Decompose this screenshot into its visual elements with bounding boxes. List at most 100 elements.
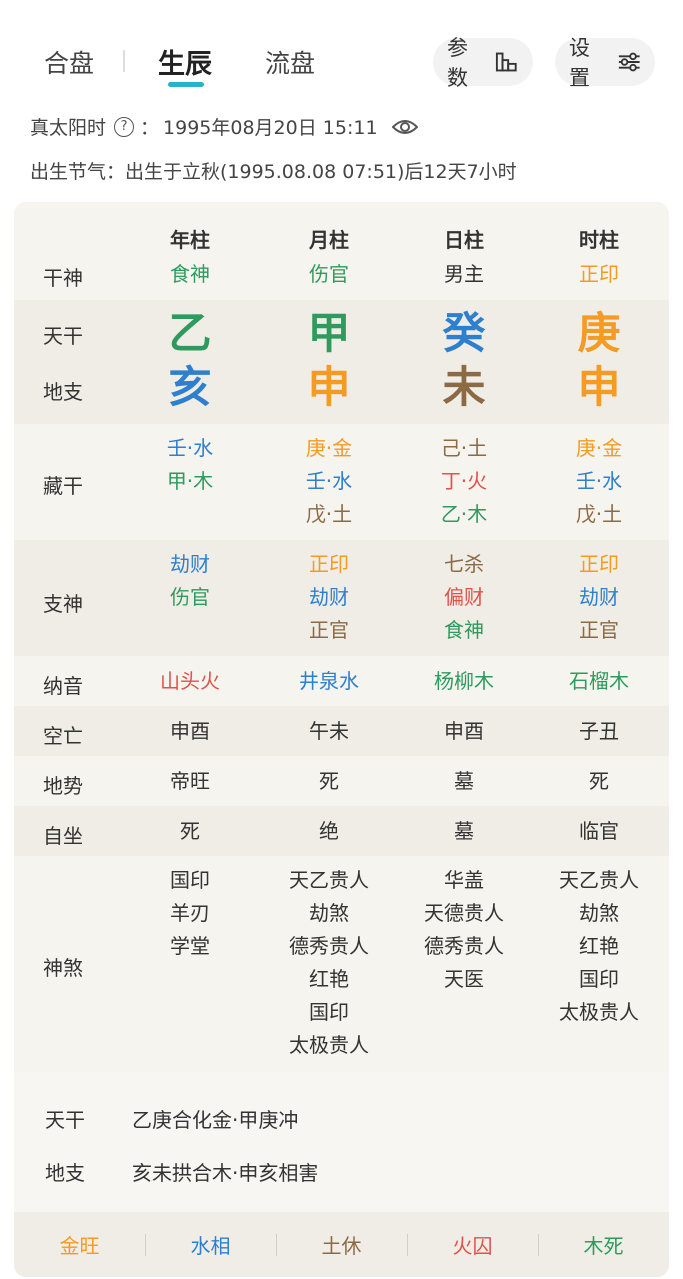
wuxing-earth: 土休 bbox=[276, 1230, 407, 1259]
tab-shengchen[interactable]: 生辰 bbox=[158, 42, 212, 81]
shensha-item: 华盖 bbox=[444, 868, 484, 892]
zhishen-row: 支神 劫财 伤官 正印 劫财 正官 七杀 偏财 食神 正印 劫财 正官 bbox=[14, 540, 669, 656]
canggan-item: 乙·木 bbox=[440, 502, 488, 526]
dishi-month: 死 bbox=[319, 769, 339, 793]
zhishen-month: 正印 劫财 正官 bbox=[269, 548, 389, 647]
zhishen-item: 伤官 bbox=[170, 585, 210, 609]
row-label-canggan: 藏干 bbox=[43, 474, 83, 498]
zhishen-year: 劫财 伤官 bbox=[130, 548, 250, 614]
eye-icon[interactable] bbox=[391, 118, 418, 136]
zizuo-year: 死 bbox=[180, 819, 200, 843]
canggan-item: 壬·水 bbox=[575, 469, 623, 493]
active-tab-indicator bbox=[168, 82, 204, 87]
solar-time-line: 真太阳时 ? ： 1995年08月20日 15:11 bbox=[30, 113, 418, 140]
shensha-item: 学堂 bbox=[170, 934, 210, 958]
header-month-pillar: 月柱 bbox=[309, 228, 349, 252]
zhishen-item: 食神 bbox=[444, 618, 484, 642]
zhishen-item: 偏财 bbox=[444, 585, 484, 609]
wuxing-metal: 金旺 bbox=[59, 1234, 100, 1258]
canggan-item: 壬·水 bbox=[305, 469, 353, 493]
shensha-item: 国印 bbox=[579, 967, 619, 991]
relation-dizhi-label: 地支 bbox=[45, 1161, 85, 1185]
stem-branch-block: 天干 地支 乙 甲 癸 庚 亥 申 未 申 bbox=[14, 300, 669, 424]
solar-time-label: 真太阳时 bbox=[30, 117, 107, 139]
settings-label: 设置 bbox=[569, 36, 590, 90]
params-label: 参数 bbox=[447, 36, 468, 90]
zizuo-row: 自坐 死 绝 墓 临官 bbox=[14, 806, 669, 856]
zhishen-item: 劫财 bbox=[309, 585, 349, 609]
zizuo-day: 墓 bbox=[454, 819, 474, 843]
relations-section: 天干 乙庚合化金·甲庚冲 地支 亥未拱合木·申亥相害 bbox=[14, 1072, 669, 1212]
shensha-month: 天乙贵人 劫煞 德秀贵人 红艳 国印 太极贵人 bbox=[269, 864, 389, 1062]
row-label-shishen: 干神 bbox=[43, 266, 83, 290]
shensha-item: 德秀贵人 bbox=[289, 934, 369, 958]
zhishen-item: 劫财 bbox=[579, 585, 619, 609]
zhishen-day: 七杀 偏财 食神 bbox=[404, 548, 524, 647]
zhishen-item: 正官 bbox=[309, 618, 349, 642]
dizhi-day: 未 bbox=[442, 363, 486, 413]
tiangan-hour: 庚 bbox=[577, 309, 621, 359]
zhishen-item: 劫财 bbox=[170, 552, 210, 576]
solar-time-colon: ： bbox=[140, 117, 160, 139]
top-nav: 合盘 生辰 流盘 参数 设置 bbox=[0, 0, 683, 100]
header-day-pillar: 日柱 bbox=[444, 228, 484, 252]
shensha-item: 德秀贵人 bbox=[424, 934, 504, 958]
help-icon[interactable]: ? bbox=[114, 116, 135, 137]
canggan-year: 壬·水 甲·木 bbox=[130, 432, 250, 498]
shensha-item: 太极贵人 bbox=[559, 1000, 639, 1024]
shensha-item: 天医 bbox=[444, 967, 484, 991]
canggan-item: 庚·金 bbox=[305, 436, 353, 460]
dizhi-year: 亥 bbox=[168, 363, 212, 413]
shensha-item: 劫煞 bbox=[309, 901, 349, 925]
shensha-item: 红艳 bbox=[309, 967, 349, 991]
row-label-kongwang: 空亡 bbox=[43, 724, 83, 748]
row-label-zizuo: 自坐 bbox=[43, 824, 83, 848]
kongwang-year: 申酉 bbox=[170, 719, 210, 743]
zhishen-item: 正印 bbox=[579, 552, 619, 576]
canggan-row: 藏干 壬·水 甲·木 庚·金 壬·水 戊·土 己·土 丁·火 乙·木 庚·金 壬… bbox=[14, 424, 669, 540]
row-label-dizhi: 地支 bbox=[43, 380, 83, 404]
tab-liupan[interactable]: 流盘 bbox=[265, 44, 315, 80]
shishen-row: 干神 食神 伤官 男主 正印 bbox=[14, 250, 669, 300]
canggan-item: 戊·土 bbox=[305, 502, 353, 526]
dizhi-month: 申 bbox=[307, 363, 351, 413]
wuxing-fire: 火囚 bbox=[407, 1230, 538, 1259]
shensha-item: 天乙贵人 bbox=[289, 868, 369, 892]
bazi-chart-card: 年柱 月柱 日柱 时柱 干神 食神 伤官 男主 正印 天干 地支 乙 甲 癸 庚… bbox=[14, 202, 669, 1277]
relation-tiangan-label: 天干 bbox=[45, 1108, 85, 1132]
relation-tiangan-value: 乙庚合化金·甲庚冲 bbox=[132, 1108, 299, 1132]
shensha-item: 劫煞 bbox=[579, 901, 619, 925]
zhishen-hour: 正印 劫财 正官 bbox=[539, 548, 659, 647]
wuxing-wood: 木死 bbox=[538, 1230, 669, 1259]
shensha-item: 天乙贵人 bbox=[559, 868, 639, 892]
row-label-dishi: 地势 bbox=[43, 774, 83, 798]
nayin-hour: 石榴木 bbox=[569, 669, 629, 693]
row-label-tiangan: 天干 bbox=[43, 324, 83, 348]
canggan-item: 庚·金 bbox=[575, 436, 623, 460]
canggan-item: 丁·火 bbox=[440, 469, 488, 493]
tab-hepan[interactable]: 合盘 bbox=[44, 44, 94, 80]
shensha-item: 国印 bbox=[170, 868, 210, 892]
shishen-year: 食神 bbox=[170, 262, 210, 286]
shensha-item: 红艳 bbox=[579, 934, 619, 958]
canggan-item: 壬·水 bbox=[166, 436, 214, 460]
wuxing-water: 水相 bbox=[145, 1230, 276, 1259]
header-hour-pillar: 时柱 bbox=[579, 228, 619, 252]
shishen-day: 男主 bbox=[444, 262, 484, 286]
canggan-item: 戊·土 bbox=[575, 502, 623, 526]
canggan-month: 庚·金 壬·水 戊·土 bbox=[269, 432, 389, 531]
solar-term-line: 出生节气：出生于立秋(1995.08.08 07:51)后12天7小时 bbox=[30, 161, 517, 183]
canggan-day: 己·土 丁·火 乙·木 bbox=[404, 432, 524, 531]
shensha-item: 羊刃 bbox=[170, 901, 210, 925]
header-year-pillar: 年柱 bbox=[170, 228, 210, 252]
params-button[interactable]: 参数 bbox=[433, 36, 533, 90]
tiangan-year: 乙 bbox=[168, 309, 212, 359]
nayin-year: 山头火 bbox=[160, 669, 220, 693]
shensha-item: 国印 bbox=[309, 1000, 349, 1024]
bar-chart-icon bbox=[495, 52, 517, 72]
tiangan-day: 癸 bbox=[442, 309, 486, 359]
relation-dizhi-value: 亥未拱合木·申亥相害 bbox=[132, 1161, 319, 1185]
canggan-hour: 庚·金 壬·水 戊·土 bbox=[539, 432, 659, 531]
settings-button[interactable]: 设置 bbox=[555, 36, 655, 90]
row-label-zhishen: 支神 bbox=[43, 592, 83, 616]
